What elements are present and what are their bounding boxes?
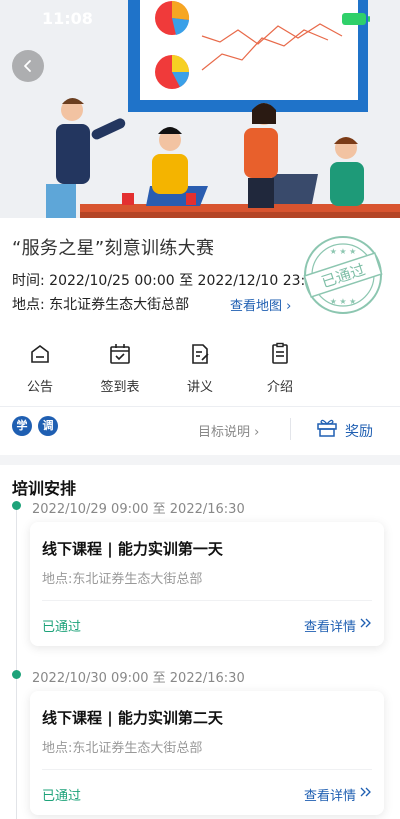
menu-label: 公告 — [26, 380, 53, 395]
time-label: 时间: — [12, 273, 45, 289]
schedule-card[interactable]: 线下课程 | 能力实训第一天 地点:东北证券生态大街总部 已通过 查看详情 — [30, 522, 384, 646]
svg-text:★ ★ ★: ★ ★ ★ — [330, 297, 357, 306]
announcement-icon — [31, 345, 49, 363]
view-map-label: 查看地图 — [230, 299, 283, 314]
event-location: 地点: 东北证券生态大街总部 — [12, 294, 189, 314]
back-button[interactable] — [12, 50, 44, 82]
battery-icon — [342, 13, 370, 25]
target-description-link[interactable]: 目标说明 › — [198, 421, 259, 440]
status-time: 11:08 — [42, 9, 93, 28]
target-description-label: 目标说明 — [198, 425, 251, 440]
card-location: 地点:东北证券生态大街总部 — [42, 741, 203, 756]
event-time: 时间: 2022/10/25 00:00 至 2022/12/10 23:30 — [12, 270, 323, 290]
card-location: 地点:东北证券生态大街总部 — [42, 572, 203, 587]
menu-item-signin[interactable]: 签到表 — [80, 342, 160, 395]
timeline-dot — [12, 501, 21, 510]
gift-icon[interactable] — [316, 417, 338, 437]
double-chevron-right-icon — [360, 787, 371, 797]
menu-item-handout[interactable]: 讲义 — [160, 342, 240, 395]
reward-button[interactable]: 奖励 — [345, 421, 373, 441]
section-gap — [0, 455, 400, 465]
menu-label: 介绍 — [266, 380, 293, 395]
card-title: 线下课程 | 能力实训第一天 — [42, 540, 223, 558]
hero-illustration: 11:08 — [0, 0, 400, 218]
document-icon — [272, 342, 288, 364]
status-bar: 11:08 — [0, 0, 400, 40]
card-status: 已通过 — [42, 620, 82, 635]
slot-time: 2022/10/29 09:00 至 2022/16:30 — [32, 502, 245, 517]
schedule-title: 培训安排 — [12, 479, 77, 498]
content: “服务之星”刻意训练大赛 时间: 2022/10/25 00:00 至 2022… — [0, 218, 400, 819]
vertical-separator — [290, 418, 291, 440]
svg-text:★ ★ ★: ★ ★ ★ — [330, 247, 357, 256]
slot-time: 2022/10/30 09:00 至 2022/16:30 — [32, 671, 245, 686]
time-value: 2022/10/25 00:00 至 2022/12/10 23:30 — [49, 273, 324, 289]
approved-stamp: 已通过 ★ ★ ★ ★ ★ ★ — [300, 232, 386, 318]
location-label: 地点: — [12, 297, 45, 313]
feature-menu: 公告 签到表 讲义 介绍 — [0, 342, 400, 404]
view-details-link[interactable]: 查看详情 — [304, 616, 356, 635]
timeline-dot — [12, 670, 21, 679]
double-chevron-right-icon — [360, 618, 371, 628]
tag-badge: 调 — [38, 416, 58, 436]
divider — [0, 406, 400, 407]
notes-icon — [192, 344, 209, 364]
menu-item-announcement[interactable]: 公告 — [0, 342, 80, 395]
calendar-check-icon — [110, 344, 130, 364]
card-divider — [42, 769, 372, 770]
chevron-left-icon — [24, 60, 31, 72]
chevron-right-icon: › — [286, 299, 292, 314]
card-divider — [42, 600, 372, 601]
location-value: 东北证券生态大街总部 — [49, 297, 190, 313]
view-details-link[interactable]: 查看详情 — [304, 785, 356, 804]
timeline-line — [16, 506, 17, 819]
view-map-link[interactable]: 查看地图 › — [230, 295, 291, 314]
menu-item-intro[interactable]: 介绍 — [240, 342, 320, 395]
page: 11:08 “服务之星”刻意训练大赛 时间: 2022/10/25 00:00 … — [0, 0, 400, 819]
tag-badge: 学 — [12, 416, 32, 436]
menu-label: 签到表 — [100, 380, 140, 395]
card-title: 线下课程 | 能力实训第二天 — [42, 709, 223, 727]
signal-wifi-icon — [302, 11, 334, 25]
schedule-card[interactable]: 线下课程 | 能力实训第二天 地点:东北证券生态大街总部 已通过 查看详情 — [30, 691, 384, 815]
chevron-right-icon: › — [254, 425, 260, 440]
menu-label: 讲义 — [186, 380, 213, 395]
event-title: “服务之星”刻意训练大赛 — [12, 238, 215, 259]
card-status: 已通过 — [42, 789, 82, 804]
